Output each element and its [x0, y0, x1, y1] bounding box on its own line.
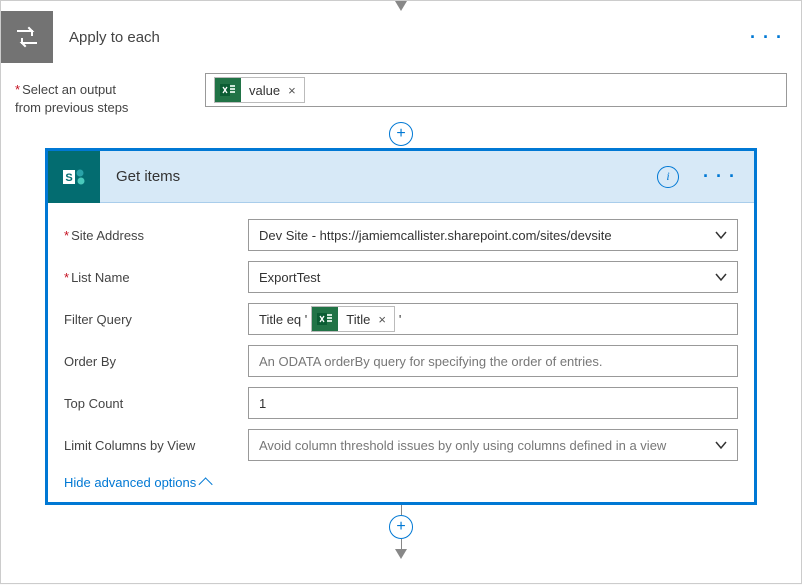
arrow-down-icon: [395, 549, 407, 559]
order-by-input[interactable]: An ODATA orderBy query for specifying th…: [248, 345, 738, 377]
limit-columns-label: Limit Columns by View: [64, 438, 248, 453]
apply-to-each-title: Apply to each: [53, 29, 732, 46]
token-label: Title: [338, 312, 378, 327]
chevron-up-icon: [199, 477, 213, 491]
chevron-down-icon[interactable]: [712, 268, 730, 286]
apply-to-each-body: *Select an output from previous steps: [1, 63, 801, 563]
info-button[interactable]: i: [657, 166, 679, 188]
remove-token-button[interactable]: ×: [378, 312, 394, 327]
get-items-title: Get items: [100, 168, 657, 185]
apply-to-each-menu-button[interactable]: · · ·: [732, 27, 801, 48]
add-action-button-top[interactable]: +: [389, 122, 413, 146]
get-items-body: *Site Address Dev Site - https://jamiemc…: [48, 203, 754, 502]
apply-to-each-header[interactable]: Apply to each · · ·: [1, 11, 801, 63]
token-label: value: [241, 83, 288, 98]
limit-columns-dropdown[interactable]: Avoid column threshold issues by only us…: [248, 429, 738, 461]
list-name-dropdown[interactable]: ExportTest: [248, 261, 738, 293]
excel-icon: [312, 306, 338, 332]
top-count-label: Top Count: [64, 396, 248, 411]
incoming-connector: [1, 1, 801, 11]
loop-icon: [1, 11, 53, 63]
dynamic-token-value[interactable]: value ×: [214, 77, 305, 103]
list-name-label: *List Name: [64, 270, 248, 285]
sharepoint-icon: S: [48, 151, 100, 203]
get-items-menu-button[interactable]: · · ·: [685, 166, 754, 187]
dynamic-token-title[interactable]: Title ×: [311, 306, 395, 332]
select-output-label: *Select an output from previous steps: [15, 73, 205, 116]
arrow-down-icon: [395, 1, 407, 11]
filter-query-input[interactable]: Title eq ': [248, 303, 738, 335]
site-address-label: *Site Address: [64, 228, 248, 243]
top-count-input[interactable]: 1: [248, 387, 738, 419]
hide-advanced-options-link[interactable]: Hide advanced options: [64, 475, 212, 490]
order-by-label: Order By: [64, 354, 248, 369]
flow-canvas: Apply to each · · · *Select an output fr…: [0, 0, 802, 584]
svg-text:S: S: [65, 172, 72, 184]
get-items-card: S Get items i · · · *Site Address: [45, 148, 757, 505]
chevron-down-icon[interactable]: [712, 436, 730, 454]
filter-query-label: Filter Query: [64, 312, 248, 327]
select-output-input[interactable]: value ×: [205, 73, 787, 107]
outgoing-connector: +: [15, 505, 787, 559]
add-action-button-bottom[interactable]: +: [389, 515, 413, 539]
excel-icon: [215, 77, 241, 103]
get-items-header[interactable]: S Get items i · · ·: [48, 151, 754, 203]
site-address-dropdown[interactable]: Dev Site - https://jamiemcallister.share…: [248, 219, 738, 251]
remove-token-button[interactable]: ×: [288, 83, 304, 98]
chevron-down-icon[interactable]: [712, 226, 730, 244]
